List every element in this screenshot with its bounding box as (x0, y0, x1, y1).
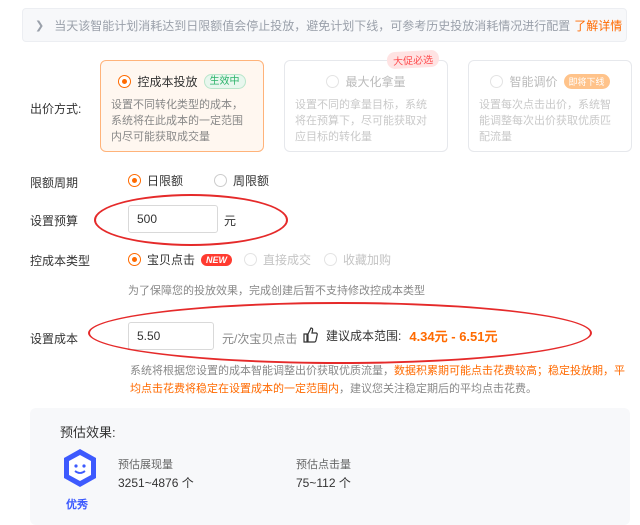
option-item-click[interactable]: 宝贝点击 NEW (128, 251, 233, 268)
cost-unit: 元/次宝贝点击 (222, 332, 298, 346)
chevron-right-icon[interactable]: ❯ (35, 19, 44, 32)
learn-more-link[interactable]: 了解详情 > (574, 17, 626, 34)
budget-label: 设置预算 (30, 214, 79, 228)
card-max-volume[interactable]: 大促必选 最大化拿量 设置不同的拿量目标，系统将在预算下，尽可能获取对应目标的转… (284, 49, 448, 152)
bid-method-label: 出价方式: (30, 102, 82, 116)
cost-type-label: 控成本类型 (30, 254, 91, 268)
option-direct-deal-label: 直接成交 (263, 253, 312, 267)
option-item-click-label: 宝贝点击 (147, 253, 196, 267)
impressions-label: 预估展现量 (118, 459, 173, 471)
option-weekly-limit-label: 周限额 (233, 174, 270, 188)
card-smart-bid-title: 智能调价 (509, 74, 558, 89)
card-cost-control-title: 控成本投放 (137, 74, 198, 89)
promo-badge: 大促必选 (386, 49, 440, 70)
radio-fav-cart[interactable] (324, 253, 337, 266)
impressions-value: 3251~4876 个 (118, 476, 194, 490)
card-cost-control[interactable]: 控成本投放 生效中 设置不同转化类型的成本，系统将在此成本的一定范围内尽可能获取… (100, 60, 264, 152)
cost-input[interactable]: 5.50 (128, 322, 214, 350)
radio-daily-limit[interactable] (128, 174, 141, 187)
suggested-cost-range: 4.34元 - 6.51元 (409, 328, 498, 344)
option-daily-limit-label: 日限额 (147, 174, 184, 188)
card-max-volume-title: 最大化拿量 (345, 74, 406, 89)
note-text-2: ，建议您关注稳定期后的平均点击花费。 (339, 383, 537, 395)
suggested-cost: 建议成本范围: 4.34元 - 6.51元 (302, 322, 498, 348)
option-fav-cart[interactable]: 收藏加购 (324, 251, 391, 268)
new-badge: NEW (201, 253, 233, 266)
rating-shield-icon (64, 449, 96, 487)
suggested-cost-label: 建议成本范围: (326, 328, 402, 343)
clicks-label: 预估点击量 (296, 459, 351, 471)
option-daily-limit[interactable]: 日限额 (128, 172, 183, 189)
notice-text: 当天该智能计划消耗达到日限额值会停止投放，避免计划下线，可参考历史投放消耗情况进… (54, 18, 571, 33)
note-text-1: 系统将根据您设置的成本智能调整出价获取优质流量， (130, 365, 394, 377)
cost-type-hint: 为了保障您的投放效果，完成创建后暂不支持修改控成本类型 (128, 285, 425, 297)
radio-max-volume[interactable] (326, 74, 340, 88)
thumbs-up-icon (303, 327, 318, 343)
card-smart-bid[interactable]: 智能调价 即将下线 设置每次点击出价，系统智能调整每次出价获取优质匹配流量 (468, 60, 632, 152)
notice-bar: ❯ 当天该智能计划消耗达到日限额值会停止投放，避免计划下线，可参考历史投放消耗情… (22, 8, 627, 42)
radio-smart-bid[interactable] (490, 74, 504, 88)
status-badge: 生效中 (203, 73, 246, 89)
radio-weekly-limit[interactable] (214, 174, 227, 187)
radio-item-click[interactable] (128, 253, 141, 266)
card-max-volume-desc: 设置不同的拿量目标，系统将在预算下，尽可能获取对应目标的转化量 (295, 99, 427, 143)
rating-label: 优秀 (66, 499, 88, 511)
clicks-value: 75~112 个 (296, 476, 351, 490)
budget-unit: 元 (224, 214, 237, 228)
option-direct-deal[interactable]: 直接成交 (244, 251, 311, 268)
cost-label: 设置成本 (30, 332, 79, 346)
radio-cost-control[interactable] (118, 74, 132, 88)
budget-input[interactable]: 500 (128, 205, 218, 233)
budget-period-label: 限额周期 (30, 176, 79, 190)
cost-note: 系统将根据您设置的成本智能调整出价获取优质流量，数据积累期可能点击花费较高；稳定… (130, 362, 630, 398)
estimate-panel: 预估效果: 优秀 预估展现量 3251~4876 个 预估点击量 75~112 … (30, 408, 630, 525)
radio-direct-deal[interactable] (244, 253, 257, 266)
estimate-title: 预估效果: (60, 425, 116, 440)
card-cost-control-desc: 设置不同转化类型的成本，系统将在此成本的一定范围内尽可能获取成交量 (111, 99, 243, 143)
offline-badge: 即将下线 (563, 73, 610, 89)
option-fav-cart-label: 收藏加购 (343, 253, 392, 267)
option-weekly-limit[interactable]: 周限额 (214, 172, 269, 189)
card-smart-bid-desc: 设置每次点击出价，系统智能调整每次出价获取优质匹配流量 (479, 99, 611, 143)
